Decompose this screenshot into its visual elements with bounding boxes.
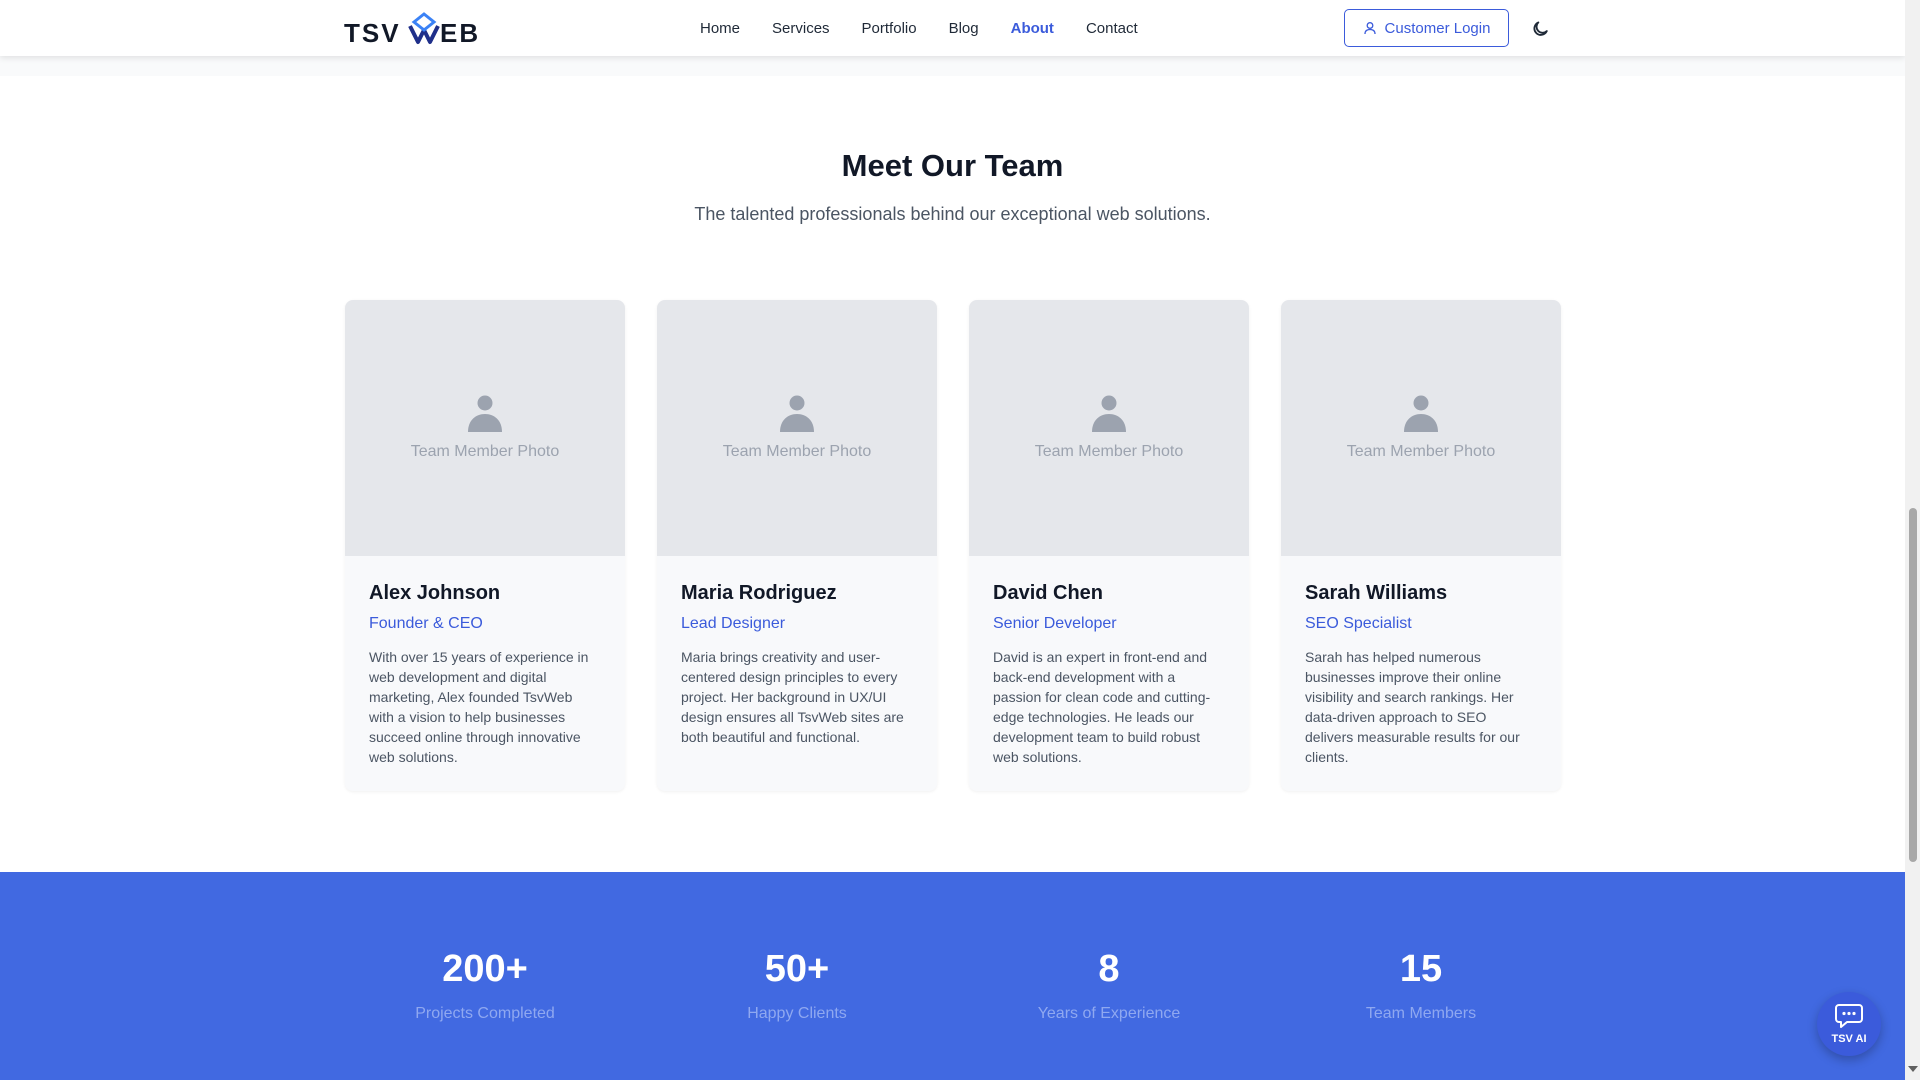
team-header: Meet Our Team The talented professionals… (0, 148, 1905, 225)
moon-icon (1533, 21, 1548, 36)
card-body: Alex Johnson Founder & CEO With over 15 … (345, 556, 625, 767)
stats-section: 200+ Projects Completed 50+ Happy Client… (0, 872, 1905, 1080)
member-name: David Chen (993, 582, 1104, 604)
tsvweb-logo-icon: TSV EB (344, 12, 480, 46)
stat-value: 8 (1098, 948, 1120, 990)
person-icon (780, 395, 814, 432)
svg-text:EB: EB (440, 18, 480, 46)
member-bio: David is an expert in front-end and back… (993, 649, 1211, 765)
stat-label: Team Members (1365, 1005, 1477, 1022)
team-title: Meet Our Team (841, 148, 1064, 183)
theme-toggle-button[interactable] (1530, 16, 1554, 40)
team-grid: Team Member Photo Alex Johnson Founder &… (345, 300, 1561, 791)
card-body: David Chen Senior Developer David is an … (969, 556, 1249, 767)
member-role: Senior Developer (993, 615, 1117, 632)
nav-link-blog[interactable]: Blog (949, 20, 979, 37)
member-bio: Maria brings creativity and user-centere… (681, 649, 904, 745)
nav-link-services[interactable]: Services (772, 20, 830, 37)
page-scrollbar[interactable] (1905, 0, 1920, 1080)
member-role: Founder & CEO (369, 615, 483, 632)
tsv-ai-chat-button[interactable]: TSV AI (1817, 992, 1881, 1056)
stat-label: Happy Clients (747, 1005, 847, 1022)
scrollbar-thumb[interactable] (1909, 508, 1917, 862)
user-icon (1363, 21, 1377, 35)
photo-caption: Team Member Photo (410, 443, 560, 460)
member-bio: With over 15 years of experience in web … (369, 649, 589, 765)
team-member-photo: Team Member Photo (657, 300, 937, 556)
nav-link-home[interactable]: Home (700, 20, 740, 37)
stat-team-members: 15 Team Members (1291, 948, 1551, 1023)
team-member-photo: Team Member Photo (345, 300, 625, 556)
team-card: Team Member Photo David Chen Senior Deve… (969, 300, 1249, 791)
photo-caption: Team Member Photo (722, 443, 872, 460)
stat-label: Projects Completed (415, 1005, 555, 1022)
logo[interactable]: TSV EB (344, 12, 496, 46)
team-card: Team Member Photo Maria Rodriguez Lead D… (657, 300, 937, 791)
stat-clients: 50+ Happy Clients (667, 948, 927, 1023)
team-member-photo: Team Member Photo (969, 300, 1249, 556)
nav-link-contact[interactable]: Contact (1086, 20, 1138, 37)
photo-caption: Team Member Photo (1034, 443, 1184, 460)
member-name: Maria Rodriguez (681, 582, 837, 604)
chat-bubble-icon (1835, 1004, 1863, 1028)
team-card: Team Member Photo Alex Johnson Founder &… (345, 300, 625, 791)
scroll-down-arrow-icon[interactable] (1908, 1066, 1918, 1072)
customer-login-label: Customer Login (1384, 19, 1491, 37)
member-role: Lead Designer (681, 615, 786, 632)
stat-label: Years of Experience (1037, 1005, 1181, 1022)
customer-login-button[interactable]: Customer Login (1344, 9, 1509, 47)
member-role: SEO Specialist (1305, 615, 1412, 632)
nav-links: Home Services Portfolio Blog About Conta… (700, 0, 1170, 56)
card-body: Maria Rodriguez Lead Designer Maria brin… (657, 556, 937, 747)
person-icon (468, 395, 502, 432)
person-icon (1092, 395, 1126, 432)
photo-caption: Team Member Photo (1346, 443, 1496, 460)
stat-value: 200+ (442, 948, 528, 990)
header-strip (0, 56, 1905, 76)
team-card: Team Member Photo Sarah Williams SEO Spe… (1281, 300, 1561, 791)
navbar: TSV EB Home Services Portfolio Blog Abou… (0, 0, 1905, 56)
member-name: Alex Johnson (369, 582, 501, 604)
team-member-photo: Team Member Photo (1281, 300, 1561, 556)
card-body: Sarah Williams SEO Specialist Sarah has … (1281, 556, 1561, 767)
nav-link-portfolio[interactable]: Portfolio (862, 20, 917, 37)
member-name: Sarah Williams (1305, 582, 1448, 604)
stat-projects: 200+ Projects Completed (355, 948, 615, 1023)
person-icon (1404, 395, 1438, 432)
member-bio: Sarah has helped numerous businesses imp… (1305, 649, 1520, 765)
stat-value: 15 (1399, 948, 1443, 990)
nav-link-about[interactable]: About (1011, 20, 1054, 37)
team-subtitle: The talented professionals behind our ex… (694, 204, 1211, 224)
stat-value: 50+ (764, 948, 830, 990)
svg-text:TSV: TSV (344, 18, 401, 46)
stat-experience: 8 Years of Experience (979, 948, 1239, 1023)
chat-label: TSV AI (1831, 1033, 1867, 1045)
